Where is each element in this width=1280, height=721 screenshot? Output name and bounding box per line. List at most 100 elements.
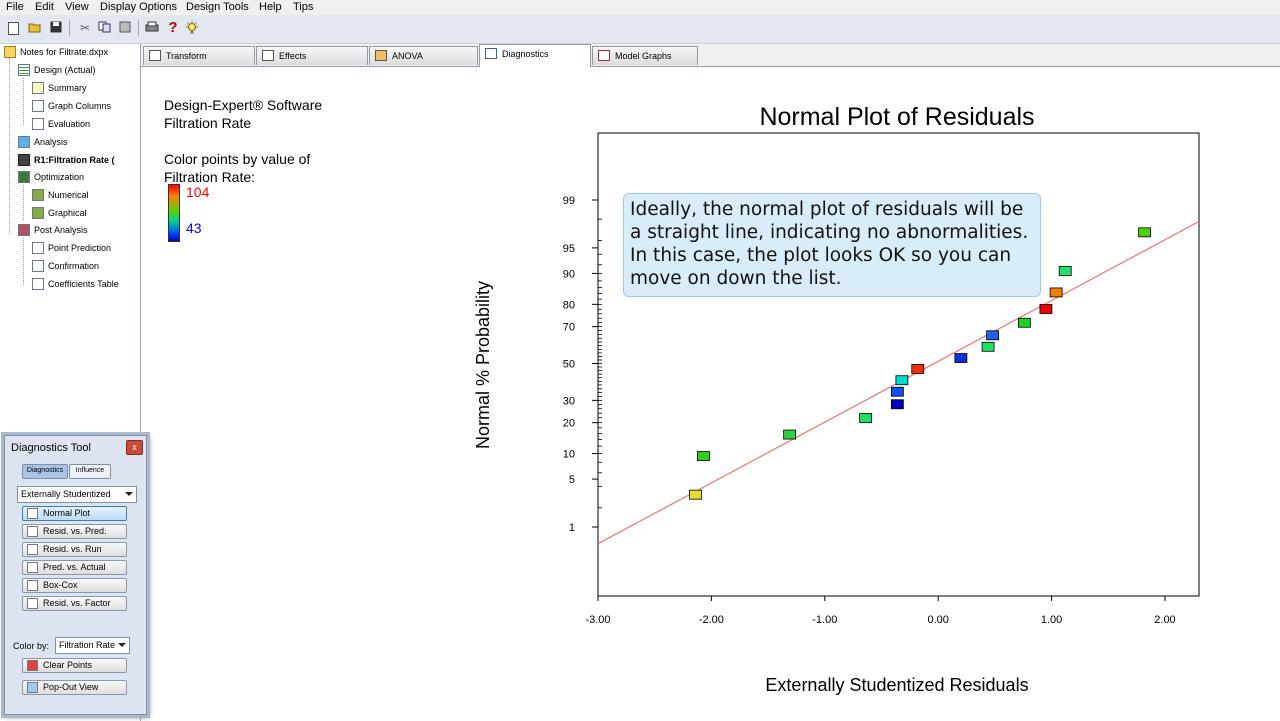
tree-item-evaluation[interactable]: Evaluation [32, 116, 90, 132]
cut-icon[interactable]: ✂ [78, 21, 92, 35]
tree-item-summary[interactable]: Summary [32, 80, 87, 96]
menu-help[interactable]: Help [259, 0, 282, 15]
tab-effects[interactable]: Effects [256, 46, 368, 65]
legend-low-value: 43 [186, 220, 202, 236]
pop-out-icon [27, 682, 38, 693]
menu-view[interactable]: View [65, 0, 89, 15]
plot-info: Design-Expert® Software Filtration Rate … [164, 96, 322, 186]
tab-bar: Transform Effects ANOVA Diagnostics Mode… [141, 44, 1280, 67]
y-tick-label: 95 [563, 243, 575, 255]
y-tick-label: 20 [563, 418, 575, 430]
data-point [859, 413, 873, 423]
y-axis-label: Normal % Probability [473, 281, 493, 449]
tab-label: Transform [166, 51, 207, 61]
normal-plot-button[interactable]: Normal Plot [22, 506, 127, 521]
data-point [954, 353, 968, 363]
copy-icon[interactable] [97, 21, 111, 35]
tree-item-r1-filtration-rate[interactable]: R1:Filtration Rate ( [18, 152, 115, 168]
data-point [1017, 317, 1031, 328]
button-label: Pred. vs. Actual [43, 562, 106, 572]
model-graphs-icon [598, 50, 610, 61]
save-icon[interactable] [49, 21, 63, 35]
color-by-caption: Color points by value of [164, 151, 311, 167]
tab-anova[interactable]: ANOVA [369, 46, 478, 65]
chevron-down-icon [125, 492, 133, 496]
button-label: Clear Points [43, 660, 93, 670]
tree-label: Evaluation [48, 119, 91, 129]
tree-item-optimization[interactable]: Optimization [18, 169, 84, 185]
menu-file[interactable]: File [6, 0, 24, 15]
tree-item-point-prediction[interactable]: Point Prediction [32, 240, 111, 256]
clear-points-button[interactable]: Clear Points [22, 658, 127, 673]
tree-item-root[interactable]: Notes for Filtrate.dxpx [4, 44, 108, 60]
pred-vs-actual-icon [27, 562, 38, 573]
close-icon[interactable]: x [126, 440, 143, 455]
software-name: Design-Expert® Software [164, 97, 323, 113]
toolbar: ✂ ? [0, 15, 1280, 44]
x-axis-ticks: -3.00 -2.00 -1.00 0.00 1.00 2.00 [585, 596, 1176, 626]
pop-out-view-button[interactable]: Pop-Out View [22, 680, 127, 695]
mode-diagnostics-button[interactable]: Diagnostics [22, 464, 68, 479]
tree-label: Coefficients Table [48, 279, 119, 289]
resid-vs-run-button[interactable]: Resid. vs. Run [22, 542, 127, 557]
box-cox-button[interactable]: Box-Cox [22, 578, 127, 593]
menu-tips[interactable]: Tips [293, 0, 313, 15]
tree-line [9, 58, 10, 234]
optimization-icon [18, 170, 30, 183]
y-tick-label: 50 [563, 359, 575, 371]
tab-model-graphs[interactable]: Model Graphs [592, 46, 698, 65]
tree-label: Point Prediction [48, 243, 112, 253]
menu-display-options[interactable]: Display Options [100, 0, 177, 15]
tree-label: Numerical [48, 190, 89, 200]
mode-influence-button[interactable]: Influence [69, 464, 111, 479]
tab-transform[interactable]: Transform [143, 46, 255, 65]
response-icon [18, 153, 30, 166]
data-point [890, 399, 904, 410]
chevron-down-icon [118, 643, 126, 647]
tip-icon[interactable] [185, 21, 199, 35]
x-tick-label: -3.00 [585, 614, 610, 626]
normal-plot-chart: Normal Plot of Residuals 1 5 10 20 30 50 70 80 9… [473, 103, 1200, 695]
tree-label: Post Analysis [34, 225, 88, 235]
tree-item-design[interactable]: Design (Actual) [18, 62, 96, 78]
x-tick-label: 1.00 [1041, 614, 1062, 626]
data-point [1039, 304, 1053, 314]
open-icon[interactable] [28, 21, 42, 35]
tree-label: Graphical [48, 208, 87, 218]
analysis-icon [18, 135, 30, 148]
x-tick-label: -2.00 [699, 614, 724, 626]
tree-label: Analysis [34, 137, 68, 147]
tree-item-coefficients-table[interactable]: Coefficients Table [32, 276, 119, 292]
color-by-select[interactable]: Filtration Rate [55, 637, 130, 654]
print-icon[interactable] [145, 21, 159, 35]
data-point [895, 375, 909, 386]
numerical-icon [32, 188, 44, 201]
residual-type-select[interactable]: Externally Studentized [17, 486, 137, 503]
new-icon[interactable] [8, 22, 19, 35]
data-point [1138, 227, 1151, 238]
tree-label: Notes for Filtrate.dxpx [20, 47, 109, 57]
tab-diagnostics[interactable]: Diagnostics [479, 44, 591, 67]
graph-columns-icon [32, 99, 44, 112]
resid-vs-run-icon [27, 544, 38, 555]
resid-vs-factor-button[interactable]: Resid. vs. Factor [22, 596, 127, 611]
tree-item-graph-columns[interactable]: Graph Columns [32, 98, 111, 114]
paste-icon[interactable] [118, 21, 132, 35]
tree-item-numerical[interactable]: Numerical [32, 187, 89, 203]
help-icon[interactable]: ? [166, 20, 180, 35]
pred-vs-actual-button[interactable]: Pred. vs. Actual [22, 560, 127, 575]
tree-item-analysis[interactable]: Analysis [18, 134, 68, 150]
menu-design-tools[interactable]: Design Tools [186, 0, 249, 15]
button-label: Resid. vs. Pred. [43, 526, 107, 536]
post-analysis-icon [18, 223, 30, 236]
tab-label: Effects [279, 51, 307, 61]
y-tick-label: 5 [569, 474, 575, 486]
clear-points-icon [27, 660, 38, 671]
resid-vs-pred-button[interactable]: Resid. vs. Pred. [22, 524, 127, 539]
tree-item-post-analysis[interactable]: Post Analysis [18, 222, 88, 238]
menu-edit[interactable]: Edit [35, 0, 54, 15]
tree-item-confirmation[interactable]: Confirmation [32, 258, 99, 274]
anova-icon [375, 50, 387, 61]
tree-item-graphical[interactable]: Graphical [32, 205, 87, 221]
